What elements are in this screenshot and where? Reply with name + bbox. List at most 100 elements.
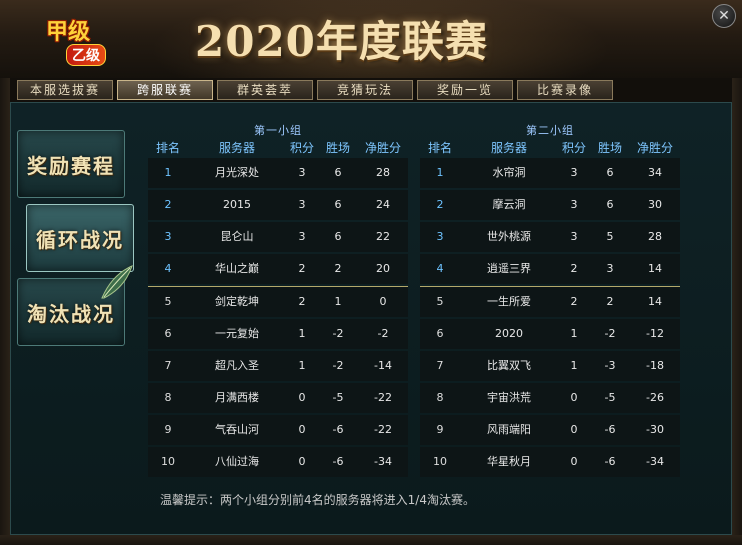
cell-server: 2015 [223, 198, 251, 211]
cell-points: 1 [570, 359, 578, 372]
close-icon[interactable]: ✕ [712, 4, 736, 28]
cell-rank: 7 [164, 359, 172, 372]
cell-rank: 10 [433, 455, 447, 468]
cell-rank: 8 [164, 391, 172, 404]
group-title: 第一小组 [254, 124, 302, 137]
cell-server: 比翼双飞 [487, 359, 531, 372]
cell-points: 0 [298, 423, 306, 436]
table-header: 排名 服务器 积分 胜场 净胜分 [148, 138, 408, 158]
tab-2[interactable]: 跨服联赛 [117, 80, 213, 100]
cell-server: 2020 [495, 327, 523, 340]
cell-net: 0 [379, 295, 387, 308]
league-window: 甲级 乙级 2020年度联赛 ✕ 本服选拔赛 跨服联赛 群英荟萃 竞猜玩法 奖励一览 比赛… [0, 0, 742, 545]
cell-server: 风雨端阳 [487, 423, 531, 436]
cell-net: 14 [648, 295, 662, 308]
cell-server: 华山之巅 [215, 262, 259, 275]
cell-server: 八仙过海 [215, 455, 259, 468]
table-row: 8 月满西楼 0 -5 -22 [148, 383, 408, 413]
side-nav-label: 奖励赛程 [27, 153, 115, 178]
cell-net: 24 [376, 198, 390, 211]
column-header-server: 服务器 [490, 141, 527, 155]
cell-server: 一元复始 [215, 327, 259, 340]
cell-server: 超凡入圣 [215, 359, 259, 372]
table-row: 1 月光深处 3 6 28 [148, 158, 408, 188]
cell-wins: 6 [334, 230, 342, 243]
cell-rank: 5 [164, 295, 172, 308]
cell-server: 昆仑山 [220, 230, 254, 243]
table-row: 1 水帘洞 3 6 34 [420, 158, 680, 188]
cell-server: 逍遥三界 [487, 262, 531, 275]
cell-wins: -2 [332, 359, 344, 372]
cell-points: 3 [298, 166, 306, 179]
tab-3[interactable]: 群英荟萃 [217, 80, 313, 100]
group-two-table: 第二小组 排名 服务器 积分 胜场 净胜分 1 水帘洞 3 6 34 2 摩云洞 3 6 30 3 世外桃源 3 5 2… [420, 124, 680, 479]
cell-net: -22 [374, 423, 392, 436]
cell-net: -34 [646, 455, 664, 468]
cell-points: 1 [298, 359, 306, 372]
cell-rank: 5 [436, 295, 444, 308]
cell-points: 1 [570, 327, 578, 340]
tip-text: 温馨提示：两个小组分别前4名的服务器将进入1/4淘汰赛。 [160, 493, 475, 507]
cell-rank: 6 [436, 327, 444, 340]
cell-server: 一生所爱 [487, 295, 531, 308]
cell-rank: 9 [436, 423, 444, 436]
table-row: 4 华山之巅 2 2 20 [148, 254, 408, 284]
table-row: 2 2015 3 6 24 [148, 190, 408, 220]
group-one-table: 第一小组 排名 服务器 积分 胜场 净胜分 1 月光深处 3 6 28 2 2015 3 6 24 3 昆仑山 3 6… [148, 124, 408, 479]
table-row: 5 剑定乾坤 2 1 0 [148, 286, 408, 317]
column-header-wins: 胜场 [325, 141, 350, 155]
side-nav-label: 循环战况 [36, 227, 124, 252]
column-header-net: 净胜分 [636, 141, 673, 155]
column-header-wins: 胜场 [597, 141, 622, 155]
cell-points: 2 [298, 295, 306, 308]
header-banner: 甲级 乙级 2020年度联赛 ✕ [0, 0, 742, 78]
cell-net: -30 [646, 423, 664, 436]
cell-server: 气吞山河 [215, 423, 259, 436]
cell-wins: -3 [604, 359, 616, 372]
frame-border-right [732, 78, 742, 545]
cell-points: 3 [570, 198, 578, 211]
tab-6[interactable]: 比赛录像 [517, 80, 613, 100]
cell-wins: 2 [334, 262, 342, 275]
cell-points: 1 [298, 327, 306, 340]
game-logo: 甲级 乙级 [40, 10, 130, 70]
cell-wins: 6 [606, 198, 614, 211]
cell-net: 34 [648, 166, 662, 179]
logo-main-text: 甲级 [46, 19, 91, 45]
cell-rank: 8 [436, 391, 444, 404]
cell-net: -26 [646, 391, 664, 404]
table-row: 9 风雨端阳 0 -6 -30 [420, 415, 680, 445]
cell-net: -34 [374, 455, 392, 468]
cell-wins: -5 [604, 391, 616, 404]
table-row: 7 超凡入圣 1 -2 -14 [148, 351, 408, 381]
column-header-rank: 排名 [155, 141, 180, 155]
cell-wins: 3 [606, 262, 614, 275]
cell-server: 宇宙洪荒 [487, 391, 531, 404]
frame-border-bottom [0, 535, 742, 545]
table-header: 排名 服务器 积分 胜场 净胜分 [420, 138, 680, 158]
table-row: 3 昆仑山 3 6 22 [148, 222, 408, 252]
group-title: 第二小组 [526, 124, 574, 137]
cell-points: 0 [570, 391, 578, 404]
table-row: 2 摩云洞 3 6 30 [420, 190, 680, 220]
tab-bar: 本服选拔赛 跨服联赛 群英荟萃 竞猜玩法 奖励一览 比赛录像 [0, 78, 742, 103]
cell-net: -2 [377, 327, 389, 340]
cell-wins: -2 [604, 327, 616, 340]
cell-wins: 5 [606, 230, 614, 243]
table-row: 4 逍遥三界 2 3 14 [420, 254, 680, 284]
cell-server: 世外桃源 [487, 230, 531, 243]
tab-4[interactable]: 竞猜玩法 [317, 80, 413, 100]
cell-rank: 3 [164, 230, 172, 243]
side-nav-button-1[interactable]: 奖励赛程 [17, 130, 125, 198]
tab-1[interactable]: 本服选拔赛 [17, 80, 113, 100]
table-row: 9 气吞山河 0 -6 -22 [148, 415, 408, 445]
column-header-rank: 排名 [427, 141, 452, 155]
cell-server: 剑定乾坤 [215, 295, 259, 308]
tab-5[interactable]: 奖励一览 [417, 80, 513, 100]
cell-wins: 1 [334, 295, 342, 308]
column-header-points: 积分 [289, 141, 314, 155]
cell-points: 3 [570, 166, 578, 179]
cell-rank: 3 [436, 230, 444, 243]
column-header-server: 服务器 [218, 141, 255, 155]
cell-rank: 9 [164, 423, 172, 436]
